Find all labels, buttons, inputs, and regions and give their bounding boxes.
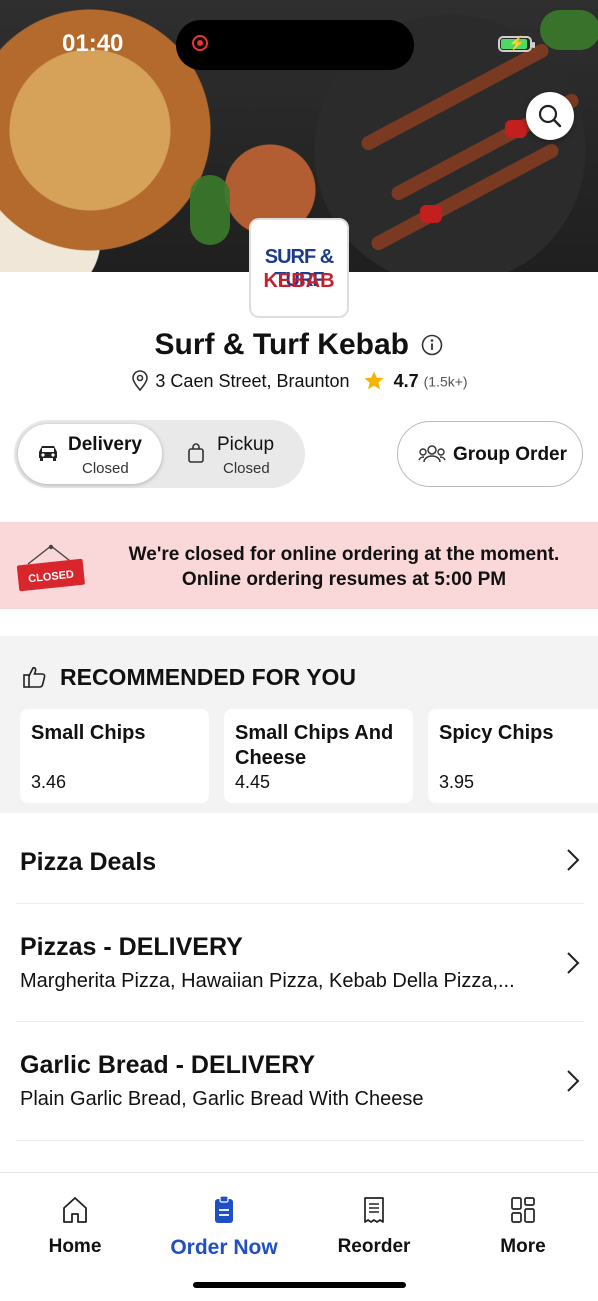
grid-icon	[511, 1197, 535, 1223]
menu-category[interactable]: Pizzas - DELIVERY Margherita Pizza, Hawa…	[20, 933, 584, 993]
closed-sign-icon: CLOSED	[16, 544, 85, 592]
recommended-section: RECOMMENDED FOR YOU Small Chips 3.46 Sma…	[0, 636, 598, 813]
group-order-button[interactable]: Group Order	[397, 421, 583, 487]
restaurant-name: Surf & Turf Kebab	[154, 328, 409, 361]
chevron-right-icon	[567, 952, 580, 974]
recommended-card[interactable]: Spicy Chips 3.95	[428, 709, 598, 803]
delivery-label: Delivery	[68, 434, 142, 455]
category-title: Garlic Bread - DELIVERY	[20, 1051, 315, 1079]
card-price: 4.45	[235, 772, 271, 792]
location-pin-icon	[132, 370, 149, 392]
dynamic-island	[176, 20, 414, 70]
recommended-card[interactable]: Small Chips 3.46	[20, 709, 209, 803]
closed-banner: CLOSED We're closed for online ordering …	[0, 522, 598, 609]
group-icon	[418, 445, 446, 463]
logo-line2: KEBAB	[263, 270, 335, 292]
rating-count: (1.5k+)	[423, 373, 468, 390]
delivery-option[interactable]: Delivery Closed	[18, 424, 162, 484]
order-mode-toggle: Delivery Closed Pickup Closed	[14, 420, 305, 488]
home-indicator	[193, 1282, 406, 1288]
status-time: 01:40	[62, 30, 124, 57]
chevron-right-icon	[567, 1070, 580, 1092]
pickup-label: Pickup	[217, 434, 275, 455]
nav-more-label: More	[500, 1236, 546, 1257]
card-name: Spicy Chips	[439, 722, 554, 744]
chevron-right-icon	[567, 849, 580, 871]
restaurant-logo: SURF & TURF KEBAB	[249, 218, 349, 318]
nav-home[interactable]: Home	[15, 1195, 135, 1258]
search-icon	[538, 104, 562, 128]
nav-order-now[interactable]: Order Now	[164, 1195, 284, 1260]
herb-decoration	[540, 10, 598, 50]
star-icon	[364, 371, 384, 390]
home-icon	[63, 1197, 87, 1223]
search-button[interactable]	[526, 92, 574, 140]
thumbs-up-icon	[23, 666, 46, 688]
category-description: Plain Garlic Bread, Garlic Bread With Ch…	[20, 1088, 424, 1110]
card-name: Small Chips And Cheese	[235, 722, 394, 769]
divider	[16, 1021, 584, 1022]
card-price: 3.46	[31, 772, 67, 792]
card-name: Small Chips	[31, 722, 146, 744]
pickup-status: Closed	[223, 460, 270, 477]
order-icon	[215, 1195, 233, 1223]
category-title: Pizzas - DELIVERY	[20, 933, 243, 961]
nav-home-label: Home	[48, 1236, 102, 1257]
category-title: Pizza Deals	[20, 848, 157, 876]
group-order-label: Group Order	[453, 444, 568, 465]
nav-more[interactable]: More	[463, 1195, 583, 1258]
nav-reorder-label: Reorder	[337, 1236, 411, 1257]
resume-message: Online ordering resumes at 5:00 PM	[181, 569, 507, 590]
nav-reorder[interactable]: Reorder	[314, 1195, 434, 1258]
pepper-decoration	[505, 120, 527, 138]
recommended-card[interactable]: Small Chips And Cheese 4.45	[224, 709, 413, 803]
card-price: 3.95	[439, 772, 475, 792]
divider	[16, 903, 584, 904]
menu-category[interactable]: Garlic Bread - DELIVERY Plain Garlic Bre…	[20, 1051, 584, 1111]
bag-icon	[188, 443, 204, 463]
battery-icon: ⚡	[498, 35, 535, 52]
nav-order-now-label: Order Now	[170, 1236, 278, 1259]
delivery-status: Closed	[82, 460, 129, 477]
recording-icon	[192, 35, 208, 51]
menu-category[interactable]: Pizza Deals	[20, 848, 584, 877]
recommended-title: RECOMMENDED FOR YOU	[60, 664, 357, 690]
pickup-option[interactable]: Pickup Closed	[164, 424, 302, 484]
info-icon[interactable]	[421, 334, 443, 356]
rating-value: 4.7	[393, 370, 419, 391]
pepper-decoration	[420, 205, 442, 223]
category-description: Margherita Pizza, Hawaiian Pizza, Kebab …	[20, 970, 515, 992]
closed-message: We're closed for online ordering at the …	[128, 544, 560, 565]
divider	[16, 1140, 584, 1141]
car-icon	[39, 446, 57, 461]
herb-decoration	[190, 175, 230, 245]
restaurant-address: 3 Caen Street, Braunton	[155, 370, 350, 391]
receipt-icon	[364, 1197, 384, 1223]
